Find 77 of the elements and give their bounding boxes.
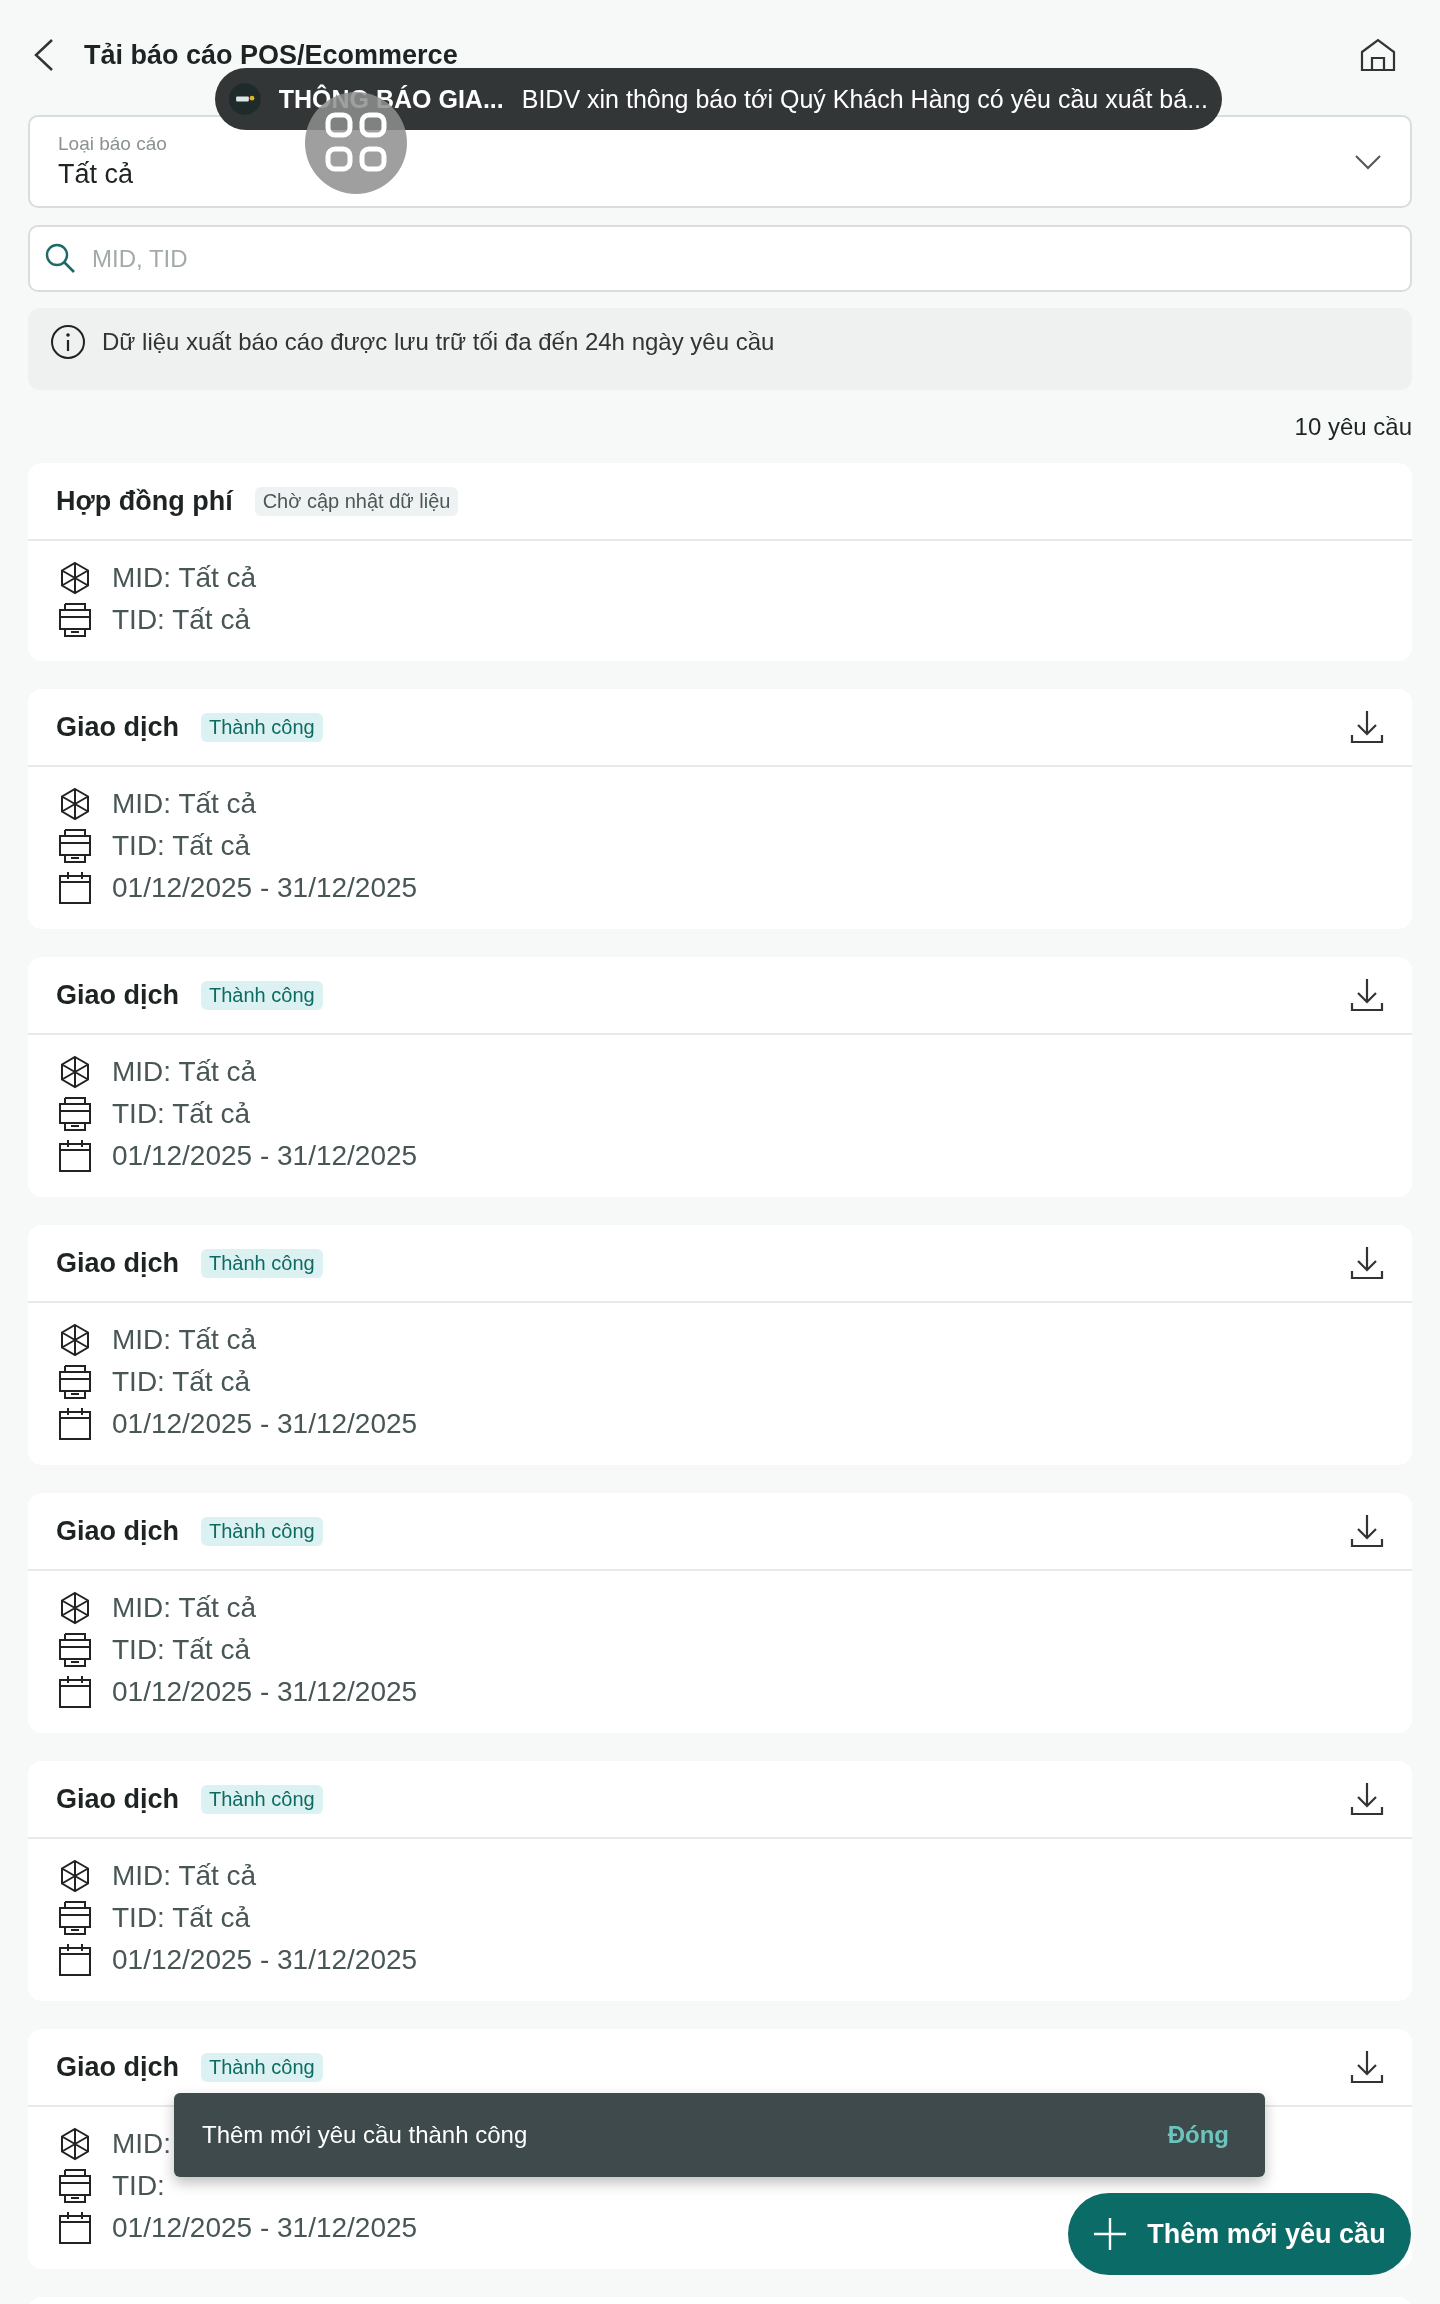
cube-icon xyxy=(58,1323,92,1357)
toast-message: Thêm mới yêu cầu thành công xyxy=(202,2121,528,2149)
mid-text: MID: Tất cả xyxy=(112,562,257,594)
tid-text: TID: Tất cả xyxy=(112,1902,250,1934)
dropdown-value: Tất cả xyxy=(58,159,135,190)
cube-icon xyxy=(58,1859,92,1893)
calendar-icon xyxy=(58,1139,92,1173)
mid-text: MID: Tất cả xyxy=(112,1592,257,1624)
date-range: 01/12/2025 - 31/12/2025 xyxy=(112,872,418,904)
cube-icon xyxy=(58,1055,92,1089)
request-title: Giao dịch xyxy=(56,2051,180,2083)
download-icon[interactable] xyxy=(1350,1246,1384,1280)
request-title: Giao dịch xyxy=(56,1515,180,1547)
date-range: 01/12/2025 - 31/12/2025 xyxy=(112,1944,418,1976)
notification-banner[interactable]: THÔNG BÁO GIA... BIDV xin thông báo tới Quý Khách Hàng có yêu cầu xuất bá... xyxy=(215,68,1222,130)
cube-icon xyxy=(58,2127,92,2161)
mid-text: MID: xyxy=(112,2128,172,2160)
status-tag: Thành công xyxy=(201,1516,323,1546)
request-title: Giao dịch xyxy=(56,979,180,1011)
date-range: 01/12/2025 - 31/12/2025 xyxy=(112,1676,418,1708)
request-count: 10 yêu cầu xyxy=(1294,412,1412,441)
download-icon[interactable] xyxy=(1350,1514,1384,1548)
status-tag: Thành công xyxy=(201,712,323,742)
status-tag: Thành công xyxy=(201,1248,323,1278)
pos-terminal-icon xyxy=(58,602,92,638)
cube-icon xyxy=(58,1591,92,1625)
date-range: 01/12/2025 - 31/12/2025 xyxy=(112,1140,418,1172)
page-title: Tải báo cáo POS/Ecommerce xyxy=(84,39,458,71)
pos-terminal-icon xyxy=(58,2168,92,2204)
tid-text: TID: Tất cả xyxy=(112,830,250,862)
tid-text: TID: Tất cả xyxy=(112,1634,250,1666)
status-tag: Thành công xyxy=(201,1784,323,1814)
date-range: 01/12/2025 - 31/12/2025 xyxy=(112,2212,418,2244)
mid-text: MID: Tất cả xyxy=(112,788,257,820)
add-request-button[interactable]: Thêm mới yêu cầu xyxy=(1068,2193,1411,2275)
home-icon[interactable] xyxy=(1360,38,1396,72)
cube-icon xyxy=(58,787,92,821)
request-title: Hợp đồng phí xyxy=(56,485,233,517)
mid-text: MID: Tất cả xyxy=(112,1860,257,1892)
pos-terminal-icon xyxy=(58,1900,92,1936)
tid-text: TID: Tất cả xyxy=(112,604,250,636)
notification-message: BIDV xin thông báo tới Quý Khách Hàng có yêu cầu xuất bá... xyxy=(521,84,1208,114)
pos-terminal-icon xyxy=(58,1364,92,1400)
dropdown-label: Loại báo cáo xyxy=(58,133,168,155)
chevron-down-icon xyxy=(1354,153,1382,170)
request-title: Giao dịch xyxy=(56,711,180,743)
request-title: Giao dịch xyxy=(56,1783,180,1815)
tid-text: TID: Tất cả xyxy=(112,1366,250,1398)
cube-icon xyxy=(58,561,92,595)
calendar-icon xyxy=(58,1943,92,1977)
search-field[interactable]: MID, TID xyxy=(28,225,1412,292)
info-text: Dữ liệu xuất báo cáo được lưu trữ tối đa đến 24h ngày yêu cầu xyxy=(102,328,775,356)
status-tag: Chờ cập nhật dữ liệu xyxy=(254,486,459,516)
status-tag: Thành công xyxy=(201,2052,323,2082)
tid-text: TID: Tất cả xyxy=(112,1098,250,1130)
mid-text: MID: Tất cả xyxy=(112,1056,257,1088)
request-title: Giao dịch xyxy=(56,1247,180,1279)
download-icon[interactable] xyxy=(1350,978,1384,1012)
plus-icon xyxy=(1093,2217,1128,2251)
info-icon xyxy=(50,324,86,360)
pos-terminal-icon xyxy=(58,1632,92,1668)
download-icon[interactable] xyxy=(1350,2050,1384,2084)
search-icon xyxy=(44,242,76,274)
mid-text: MID: Tất cả xyxy=(112,1324,257,1356)
calendar-icon xyxy=(58,871,92,905)
notification-title: THÔNG BÁO GIA... xyxy=(278,84,504,114)
calendar-icon xyxy=(58,1407,92,1441)
tid-text: TID: xyxy=(112,2170,165,2202)
calendar-icon xyxy=(58,2211,92,2245)
status-tag: Thành công xyxy=(201,980,323,1010)
download-icon[interactable] xyxy=(1350,710,1384,744)
pos-terminal-icon xyxy=(58,828,92,864)
calendar-icon xyxy=(58,1675,92,1709)
pos-terminal-icon xyxy=(58,1096,92,1132)
download-icon[interactable] xyxy=(1350,1782,1384,1816)
date-range: 01/12/2025 - 31/12/2025 xyxy=(112,1408,418,1440)
close-toast-button[interactable]: Đóng xyxy=(1151,2113,1245,2157)
